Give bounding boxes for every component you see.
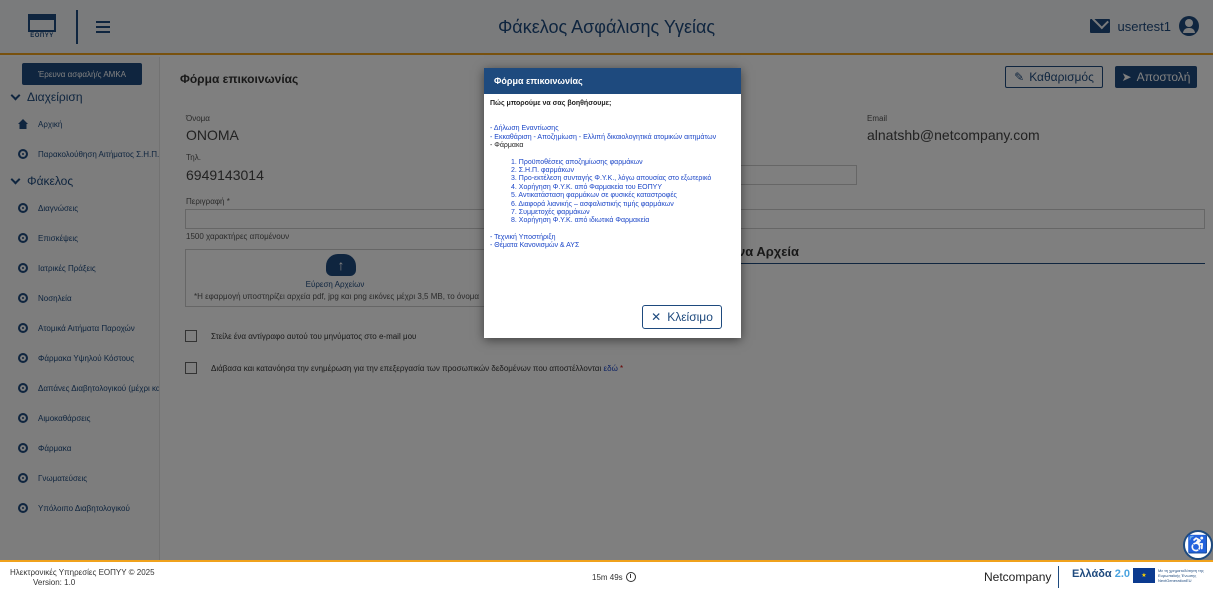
footer-copyright-block: Ηλεκτρονικές Υπηρεσίες ΕΟΠΥΥ © 2025 Vers… xyxy=(10,568,155,588)
timer-text: 15m 49s xyxy=(592,572,623,582)
copyright-text: Ηλεκτρονικές Υπηρεσίες ΕΟΠΥΥ © 2025 xyxy=(10,568,155,577)
close-icon: ✕ xyxy=(651,310,662,324)
link-clearance-compensation[interactable]: - Εκκαθάριση - Αποζημίωση - Ελλιπή δικαι… xyxy=(490,134,735,142)
modal-close-button[interactable]: ✕ Κλείσιμο xyxy=(642,305,722,329)
footer: Ηλεκτρονικές Υπηρεσίες ΕΟΠΥΥ © 2025 Vers… xyxy=(0,560,1213,592)
eu-funding-text: Με τη χρηματοδότηση της Ευρωπαϊκής Ένωση… xyxy=(1158,568,1204,583)
modal-body: Πώς μπορούμε να σας βοηθήσουμε; - Δήλωση… xyxy=(484,94,741,251)
link-drug-4[interactable]: 4. Χορήγηση Φ.Υ.Κ. από Φαρμακεία του ΕΟΠ… xyxy=(511,184,735,192)
eu-flag-icon: ★ xyxy=(1133,568,1155,583)
close-button-label: Κλείσιμο xyxy=(667,310,713,324)
modal-title: Φόρμα επικοινωνίας xyxy=(484,68,741,94)
netcompany-logo: Netcompany xyxy=(984,570,1052,584)
greece-brand-text: Ελλάδα xyxy=(1072,568,1112,580)
drugs-sublist: 1. Προϋποθέσεις αποζημίωσης φαρμάκων 2. … xyxy=(490,159,735,226)
link-drug-6[interactable]: 6. Διαφορά λιανικής – ασφαλιστικής τιμής… xyxy=(511,201,735,209)
link-drug-1[interactable]: 1. Προϋποθέσεις αποζημίωσης φαρμάκων xyxy=(511,159,735,167)
link-drug-3[interactable]: 3. Προ-εκτέλεση συνταγής Φ.Υ.Κ., λόγω απ… xyxy=(511,175,735,183)
stopwatch-icon xyxy=(625,572,636,582)
link-drug-5[interactable]: 5. Αντικατάσταση φαρμάκων σε φυσικές κατ… xyxy=(511,192,735,200)
drugs-heading: - Φάρμακα xyxy=(490,142,524,150)
link-drug-8[interactable]: 8. Χορήγηση Φ.Υ.Κ. από ιδιωτικά Φαρμακεί… xyxy=(511,217,735,225)
accessibility-icon[interactable]: ♿ xyxy=(1183,530,1213,560)
link-regulations[interactable]: - Θέματα Κανονισμών & ΑΥΣ xyxy=(490,242,735,250)
greece-2-0-logo: Ελλάδα 2.0 xyxy=(1072,568,1130,580)
session-timer: 15m 49s xyxy=(592,572,636,582)
help-question: Πώς μπορούμε να σας βοηθήσουμε; xyxy=(490,100,612,107)
link-objection-declaration[interactable]: - Δήλωση Εναντίωσης xyxy=(490,125,735,133)
greece-version-text: 2.0 xyxy=(1114,568,1130,580)
footer-divider xyxy=(1058,566,1059,588)
version-text: Version: 1.0 xyxy=(33,578,76,587)
contact-modal: Φόρμα επικοινωνίας Πώς μπορούμε να σας β… xyxy=(484,68,741,338)
